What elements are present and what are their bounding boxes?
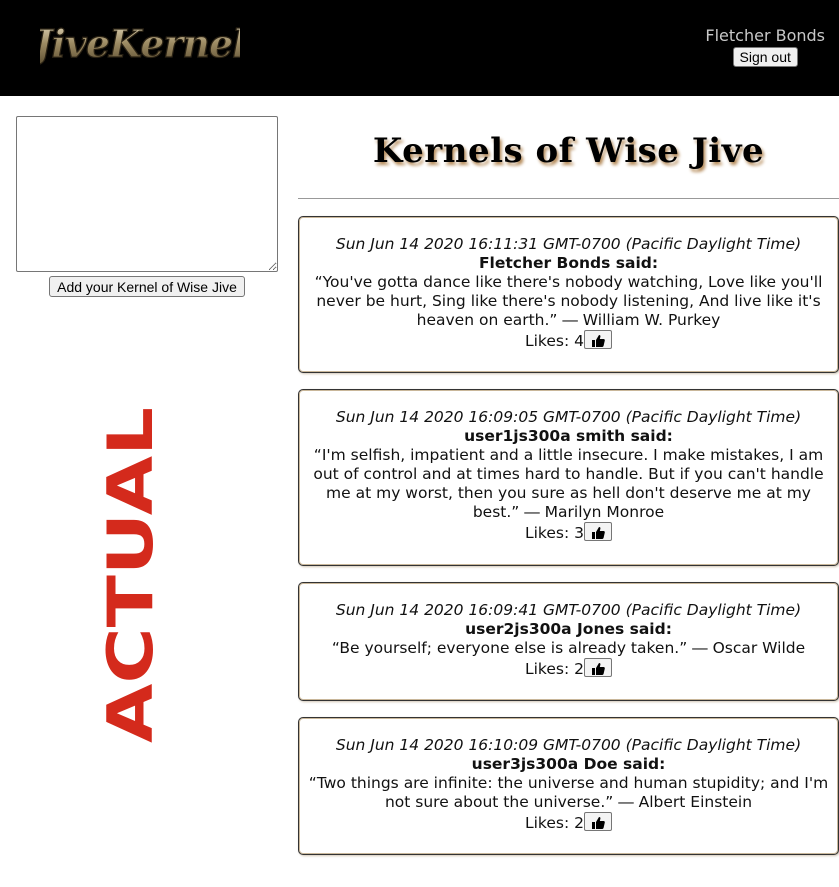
sign-out-button[interactable]: Sign out (732, 47, 798, 67)
kernel-post: Sun Jun 14 2020 16:10:09 GMT-0700 (Pacif… (298, 717, 839, 855)
post-author: Fletcher Bonds (478, 254, 611, 272)
user-area: Fletcher Bonds Sign out (705, 26, 825, 67)
post-quote: “I'm selfish, impatient and a little ins… (313, 446, 824, 521)
post-author-line: user2js300a Jones said: (307, 620, 830, 639)
likes-count: 2 (574, 660, 584, 678)
likes-count: 2 (574, 814, 584, 832)
page-title: Kernels of Wise Jive (372, 131, 765, 171)
post-author-line: user1js300a smith said: (307, 427, 830, 446)
post-author: user1js300a smith (464, 427, 626, 445)
post-timestamp: Sun Jun 14 2020 16:09:41 GMT-0700 (Pacif… (335, 601, 802, 619)
like-button[interactable] (584, 522, 612, 541)
actual-watermark: ACTUAL (94, 407, 167, 743)
like-button[interactable] (584, 330, 612, 349)
kernel-post: Sun Jun 14 2020 16:09:05 GMT-0700 (Pacif… (298, 389, 839, 566)
post-author: user2js300a Jones (465, 620, 625, 638)
post-timestamp: Sun Jun 14 2020 16:10:09 GMT-0700 (Pacif… (335, 736, 802, 754)
actual-watermark-text: ACTUAL (94, 407, 167, 743)
kernel-post: Sun Jun 14 2020 16:09:41 GMT-0700 (Pacif… (298, 582, 839, 701)
thumbs-up-icon (592, 335, 605, 347)
like-button[interactable] (584, 812, 612, 831)
thumbs-up-icon (592, 817, 605, 829)
likes-count: 3 (574, 524, 584, 542)
jivekernel-logo[interactable]: JiveKernel (40, 12, 240, 78)
current-user-name: Fletcher Bonds (705, 26, 825, 45)
kernel-composer: Add your Kernel of Wise Jive (16, 116, 278, 297)
post-likes: Likes: 2 (307, 658, 830, 679)
kernel-post: Sun Jun 14 2020 16:11:31 GMT-0700 (Pacif… (298, 216, 839, 373)
likes-label: Likes: (524, 814, 575, 832)
title-divider (298, 198, 839, 199)
post-timestamp: Sun Jun 14 2020 16:11:31 GMT-0700 (Pacif… (335, 235, 802, 253)
post-likes: Likes: 3 (307, 522, 830, 543)
post-author-line: user3js300a Doe said: (307, 755, 830, 774)
app-header: JiveKernel Fletcher Bonds Sign out (0, 0, 839, 96)
post-author: user3js300a Doe (471, 755, 618, 773)
post-likes: Likes: 2 (307, 812, 830, 833)
likes-label: Likes: (524, 332, 575, 350)
thumbs-up-icon (592, 527, 605, 539)
logo-text: JiveKernel (40, 21, 240, 66)
likes-label: Likes: (524, 524, 575, 542)
post-said: said: (617, 755, 666, 773)
thumbs-up-icon (592, 663, 605, 675)
post-quote: “Be yourself; everyone else is already t… (331, 639, 806, 657)
post-said: said: (610, 254, 659, 272)
post-author-line: Fletcher Bonds said: (307, 254, 830, 273)
post-said: said: (625, 427, 673, 445)
add-kernel-button[interactable]: Add your Kernel of Wise Jive (49, 276, 245, 297)
post-likes: Likes: 4 (307, 330, 830, 351)
post-quote: “Two things are infinite: the universe a… (308, 774, 829, 811)
likes-count: 4 (574, 332, 584, 350)
likes-label: Likes: (524, 660, 575, 678)
post-timestamp: Sun Jun 14 2020 16:09:05 GMT-0700 (Pacif… (335, 408, 802, 426)
post-said: said: (624, 620, 672, 638)
kernels-feed: Kernels of Wise Jive Sun Jun 14 2020 16:… (298, 96, 839, 855)
post-quote: “You've gotta dance like there's nobody … (314, 273, 823, 329)
like-button[interactable] (584, 658, 612, 677)
kernel-textarea[interactable] (16, 116, 278, 272)
